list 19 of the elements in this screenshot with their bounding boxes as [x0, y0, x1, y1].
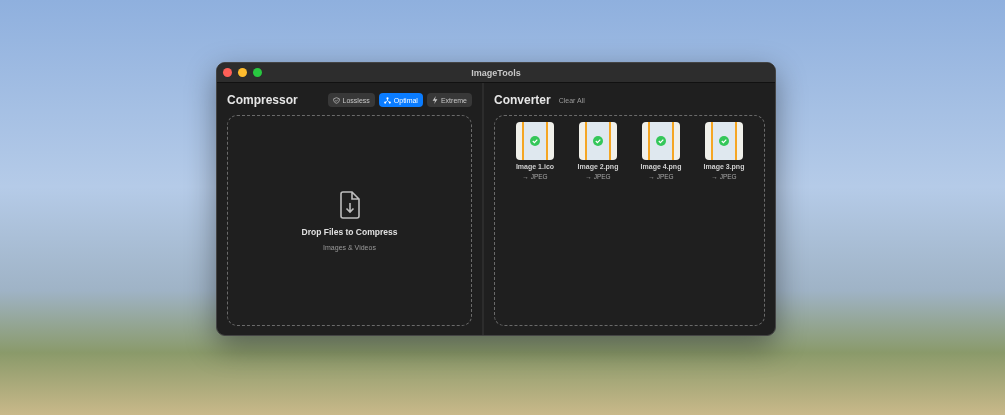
image-thumbnail[interactable] — [642, 122, 680, 160]
zoom-button[interactable] — [253, 68, 262, 77]
window-title: ImageTools — [471, 67, 521, 78]
check-badge-icon — [656, 136, 666, 146]
check-badge-icon — [530, 136, 540, 146]
compressor-heading: Compressor — [227, 93, 298, 107]
check-badge-icon — [593, 136, 603, 146]
converter-heading: Converter — [494, 93, 551, 107]
image-thumbnail[interactable] — [579, 122, 617, 160]
bolt-icon — [431, 96, 438, 104]
image-thumbnail[interactable] — [705, 122, 743, 160]
image-thumbnail[interactable] — [516, 122, 554, 160]
nodes-icon — [383, 96, 391, 104]
drop-title: Drop Files to Compress — [301, 226, 398, 237]
file-download-icon — [338, 190, 361, 219]
shield-check-icon — [332, 96, 340, 104]
close-button[interactable] — [223, 68, 232, 77]
minimize-button[interactable] — [238, 68, 247, 77]
check-badge-icon — [719, 136, 729, 146]
